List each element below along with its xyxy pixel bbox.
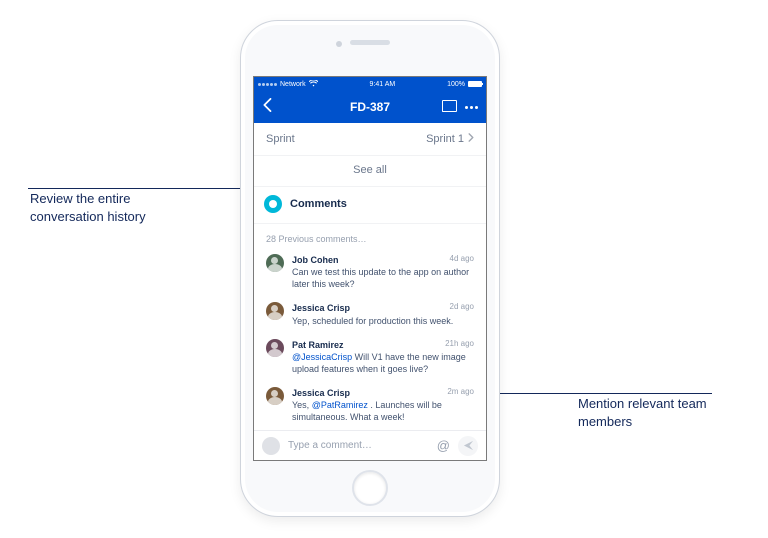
home-button[interactable] bbox=[352, 470, 388, 506]
field-label: Sprint bbox=[266, 133, 295, 145]
status-time: 9:41 AM bbox=[370, 81, 396, 88]
avatar bbox=[266, 339, 284, 357]
wifi-icon bbox=[309, 80, 318, 89]
avatar bbox=[266, 387, 284, 405]
comment-time: 2d ago bbox=[450, 302, 474, 313]
battery-percent: 100% bbox=[447, 81, 465, 88]
avatar bbox=[266, 254, 284, 272]
comment-mention[interactable]: @JessicaCrisp bbox=[292, 352, 352, 362]
comment-item: 2m ago Jessica Crisp Yes, @PatRamirez . … bbox=[254, 381, 486, 429]
navigation-bar: FD-387 bbox=[254, 91, 486, 123]
comment-time: 2m ago bbox=[447, 387, 474, 398]
comment-author: Job Cohen bbox=[292, 255, 339, 265]
comments-icon bbox=[264, 195, 282, 213]
comment-author: Jessica Crisp bbox=[292, 303, 350, 313]
field-sprint[interactable]: Sprint Sprint 1 bbox=[254, 123, 486, 156]
comment-text: Yep, scheduled for production this week. bbox=[292, 316, 453, 326]
comment-prefix: Yes, bbox=[292, 400, 312, 410]
field-value: Sprint 1 bbox=[426, 133, 464, 145]
avatar bbox=[266, 302, 284, 320]
comments-section-title: Comments bbox=[290, 198, 347, 210]
comment-item: 4d ago Job Cohen Can we test this update… bbox=[254, 248, 486, 296]
comments-section-header: Comments bbox=[254, 187, 486, 224]
open-external-icon[interactable] bbox=[442, 102, 455, 112]
see-all-button[interactable]: See all bbox=[254, 156, 486, 187]
comment-time: 21h ago bbox=[445, 339, 474, 350]
chevron-right-icon bbox=[468, 133, 474, 145]
callout-comments-history: Review the entire conversation history bbox=[30, 190, 200, 226]
comment-item: 2d ago Jessica Crisp Yep, scheduled for … bbox=[254, 296, 486, 332]
comment-text: Can we test this update to the app on au… bbox=[292, 267, 469, 289]
app-screen: Network 9:41 AM 100% FD-387 bbox=[253, 76, 487, 461]
status-bar: Network 9:41 AM 100% bbox=[254, 77, 486, 91]
comment-composer: Type a comment… @ bbox=[254, 430, 486, 460]
previous-comments-link[interactable]: 28 Previous comments… bbox=[254, 224, 486, 248]
callout-mention-members: Mention relevant team members bbox=[578, 395, 738, 431]
carrier-label: Network bbox=[280, 81, 306, 88]
device-iphone: Network 9:41 AM 100% FD-387 bbox=[240, 20, 500, 517]
mention-button[interactable]: @ bbox=[437, 438, 450, 453]
comment-author: Pat Ramirez bbox=[292, 340, 344, 350]
comment-input[interactable]: Type a comment… bbox=[288, 440, 429, 451]
comment-mention[interactable]: @PatRamirez bbox=[312, 400, 368, 410]
more-button[interactable] bbox=[465, 106, 478, 109]
comment-item: 21h ago Pat Ramirez @JessicaCrisp Will V… bbox=[254, 333, 486, 381]
comments-list: 4d ago Job Cohen Can we test this update… bbox=[254, 248, 486, 430]
back-button[interactable] bbox=[262, 98, 272, 117]
composer-avatar bbox=[262, 437, 280, 455]
comment-author: Jessica Crisp bbox=[292, 388, 350, 398]
send-button[interactable] bbox=[458, 436, 478, 456]
comment-time: 4d ago bbox=[450, 254, 474, 265]
battery-icon bbox=[468, 81, 482, 87]
